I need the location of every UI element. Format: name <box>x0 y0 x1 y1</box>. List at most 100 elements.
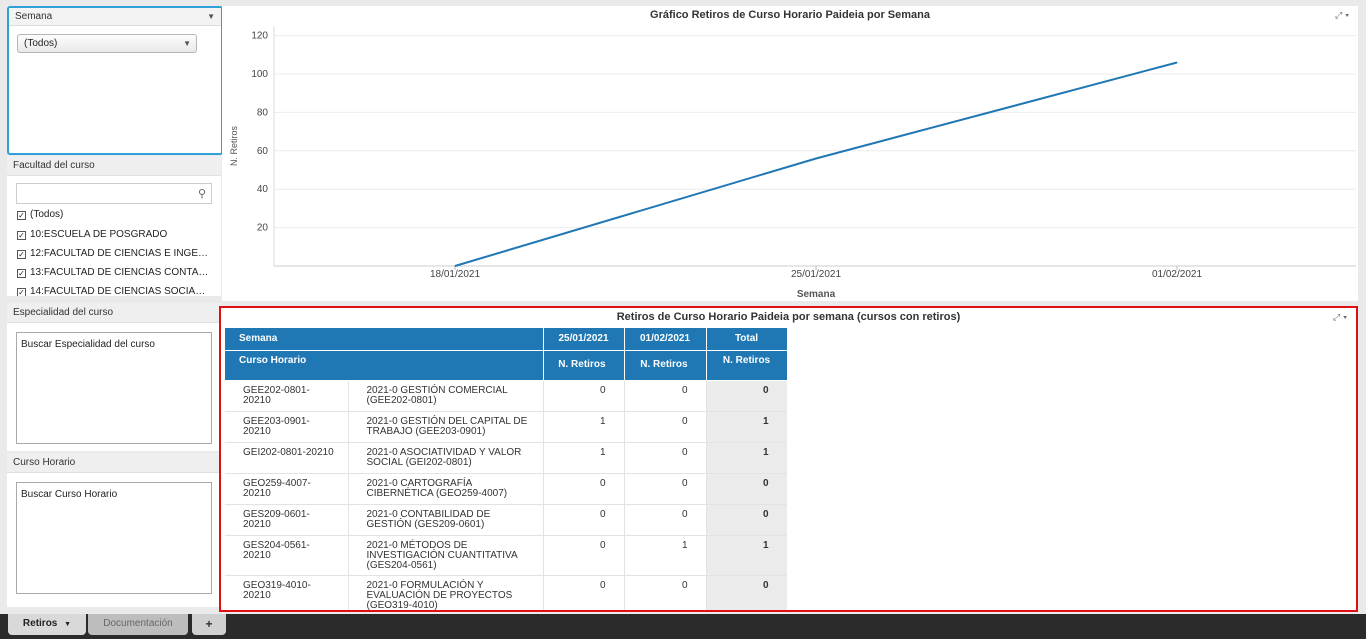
facultad-option-label: 14:FACULTAD DE CIENCIAS SOCIA… <box>30 286 206 296</box>
semana-select-value: (Todos) <box>24 38 58 49</box>
row-value-week-2[interactable]: 0 <box>624 442 707 474</box>
row-total[interactable]: 0 <box>706 473 787 505</box>
semana-select[interactable]: (Todos) ▼ <box>17 34 197 53</box>
table-row[interactable]: GEI202-0801-20210 2021-0 ASOCIATIVIDAD Y … <box>225 442 787 474</box>
table-row[interactable]: GEO259-4007-20210 2021-0 CARTOGRAFÍA CIBE… <box>225 473 787 505</box>
especialidad-search-field[interactable]: Buscar Especialidad del curso <box>16 332 212 444</box>
facultad-option[interactable]: ✓ 14:FACULTAD DE CIENCIAS SOCIA… <box>17 285 217 296</box>
facultad-option[interactable]: ✓ 13:FACULTAD DE CIENCIAS CONTA… <box>17 266 217 284</box>
row-code[interactable]: GEE202-0801-20210 <box>225 380 349 412</box>
y-tick-label: 40 <box>257 184 269 195</box>
crosstab: Semana 25/01/2021 01/02/2021 Total Curso… <box>225 328 787 610</box>
plus-icon: + <box>205 617 213 631</box>
y-tick-label: 60 <box>257 146 269 157</box>
row-total[interactable]: 1 <box>706 535 787 576</box>
x-tick-label: 18/01/2021 <box>430 269 480 280</box>
add-sheet-button[interactable]: + <box>192 614 226 635</box>
data-point <box>454 265 456 267</box>
row-value-week-1[interactable]: 0 <box>543 535 625 576</box>
checkbox-icon[interactable]: ✓ <box>17 288 26 296</box>
row-total[interactable]: 0 <box>706 504 787 536</box>
row-total[interactable]: 0 <box>706 575 787 610</box>
curso-horario-search-field[interactable]: Buscar Curso Horario <box>16 482 212 594</box>
row-course-name[interactable]: 2021-0 GESTIÓN DEL CAPITAL DE TRABAJO (G… <box>348 411 544 443</box>
row-value-week-2[interactable]: 0 <box>624 575 707 610</box>
facultad-option-label: 10:ESCUELA DE POSGRADO <box>30 229 168 240</box>
row-value-week-1[interactable]: 0 <box>543 575 625 610</box>
dashboard: Semana ▼ (Todos) ▼ Facultad del curso ⚲ … <box>0 0 1366 639</box>
header-total[interactable]: Total <box>706 328 787 351</box>
row-course-name[interactable]: 2021-0 CARTOGRAFÍA CIBERNÉTICA (GEO259-4… <box>348 473 544 505</box>
row-total[interactable]: 1 <box>706 411 787 443</box>
chevron-down-icon[interactable]: ▾ <box>1343 312 1350 322</box>
checkbox-icon[interactable]: ✓ <box>17 269 26 278</box>
y-tick-label: 20 <box>257 223 269 234</box>
search-icon[interactable]: ⚲ <box>198 187 206 200</box>
sheet-tab-bar: Retiros ▼ Documentación + <box>0 614 1366 639</box>
header-curso-horario: Curso Horario <box>225 350 544 381</box>
table-row[interactable]: GES204-0561-20210 2021-0 MÉTODOS DE INVES… <box>225 535 787 576</box>
chevron-down-icon[interactable]: ▼ <box>64 621 71 628</box>
row-course-name[interactable]: 2021-0 MÉTODOS DE INVESTIGACIÓN CUANTITA… <box>348 535 544 576</box>
row-value-week-2[interactable]: 0 <box>624 473 707 505</box>
row-value-week-1[interactable]: 1 <box>543 411 625 443</box>
semana-filter: Semana ▼ (Todos) ▼ <box>7 6 223 155</box>
header-semana: Semana <box>225 328 544 351</box>
row-value-week-2[interactable]: 0 <box>624 411 707 443</box>
retiros-table-panel: Retiros de Curso Horario Paideia por sem… <box>219 306 1358 612</box>
table-row[interactable]: GEE202-0801-20210 2021-0 GESTIÓN COMERCIA… <box>225 380 787 412</box>
row-value-week-1[interactable]: 0 <box>543 380 625 412</box>
row-code[interactable]: GEO259-4007-20210 <box>225 473 349 505</box>
header-metric[interactable]: N. Retiros <box>624 350 707 381</box>
header-week[interactable]: 01/02/2021 <box>624 328 707 351</box>
row-value-week-1[interactable]: 0 <box>543 473 625 505</box>
y-tick-label: 100 <box>251 69 268 80</box>
facultad-search-input[interactable]: ⚲ <box>16 183 212 204</box>
row-course-name[interactable]: 2021-0 FORMULACIÓN Y EVALUACIÓN DE PROYE… <box>348 575 544 610</box>
row-value-week-2[interactable]: 0 <box>624 380 707 412</box>
x-tick-label: 01/02/2021 <box>1152 269 1202 280</box>
header-week[interactable]: 25/01/2021 <box>543 328 625 351</box>
checkbox-icon[interactable]: ✓ <box>17 211 26 220</box>
x-tick-label: 25/01/2021 <box>791 269 841 280</box>
facultad-option[interactable]: ✓ (Todos) <box>17 208 217 226</box>
checkbox-icon[interactable]: ✓ <box>17 250 26 259</box>
y-tick-label: 80 <box>257 107 269 118</box>
row-total[interactable]: 1 <box>706 442 787 474</box>
row-code[interactable]: GES209-0601-20210 <box>225 504 349 536</box>
y-axis-label: N. Retiros <box>229 126 239 167</box>
row-total[interactable]: 0 <box>706 380 787 412</box>
table-row[interactable]: GEO319-4010-20210 2021-0 FORMULACIÓN Y EV… <box>225 575 787 610</box>
especialidad-filter: Especialidad del curso Buscar Especialid… <box>7 303 221 451</box>
facultad-option[interactable]: ✓ 12:FACULTAD DE CIENCIAS E INGE… <box>17 247 217 265</box>
table-row[interactable]: GES209-0601-20210 2021-0 CONTABILIDAD DE … <box>225 504 787 536</box>
table-toolbar: ⤢▾ <box>1333 312 1350 323</box>
row-value-week-2[interactable]: 0 <box>624 504 707 536</box>
row-value-week-1[interactable]: 0 <box>543 504 625 536</box>
data-point <box>815 157 817 159</box>
row-code[interactable]: GEO319-4010-20210 <box>225 575 349 610</box>
semana-filter-header[interactable]: Semana ▼ <box>9 8 221 26</box>
header-metric[interactable]: N. Retiros <box>543 350 625 381</box>
retiros-line-chart: Gráfico Retiros de Curso Horario Paideia… <box>222 6 1358 301</box>
checkbox-icon[interactable]: ✓ <box>17 231 26 240</box>
data-point <box>1176 61 1178 63</box>
row-code[interactable]: GEI202-0801-20210 <box>225 442 349 474</box>
facultad-option-label: 13:FACULTAD DE CIENCIAS CONTA… <box>30 267 209 278</box>
sheet-tab-retiros[interactable]: Retiros ▼ <box>8 614 86 635</box>
row-value-week-1[interactable]: 1 <box>543 442 625 474</box>
table-row[interactable]: GEE203-0901-20210 2021-0 GESTIÓN DEL CAPI… <box>225 411 787 443</box>
row-course-name[interactable]: 2021-0 CONTABILIDAD DE GESTIÓN (GES209-0… <box>348 504 544 536</box>
row-code[interactable]: GEE203-0901-20210 <box>225 411 349 443</box>
row-course-name[interactable]: 2021-0 GESTIÓN COMERCIAL (GEE202-0801) <box>348 380 544 412</box>
row-code[interactable]: GES204-0561-20210 <box>225 535 349 576</box>
chevron-down-icon[interactable]: ▼ <box>207 8 215 25</box>
especialidad-filter-title: Especialidad del curso <box>7 303 221 323</box>
facultad-option[interactable]: ✓ 10:ESCUELA DE POSGRADO <box>17 228 217 246</box>
facultad-filter: Facultad del curso ⚲ ✓ (Todos) ✓ 10:ESCUEL… <box>7 156 221 296</box>
row-value-week-2[interactable]: 1 <box>624 535 707 576</box>
sheet-tab-documentacion[interactable]: Documentación <box>88 614 188 635</box>
header-metric[interactable]: N. Retiros <box>706 350 787 381</box>
row-course-name[interactable]: 2021-0 ASOCIATIVIDAD Y VALOR SOCIAL (GEI… <box>348 442 544 474</box>
expand-icon[interactable]: ⤢ <box>1333 312 1343 322</box>
